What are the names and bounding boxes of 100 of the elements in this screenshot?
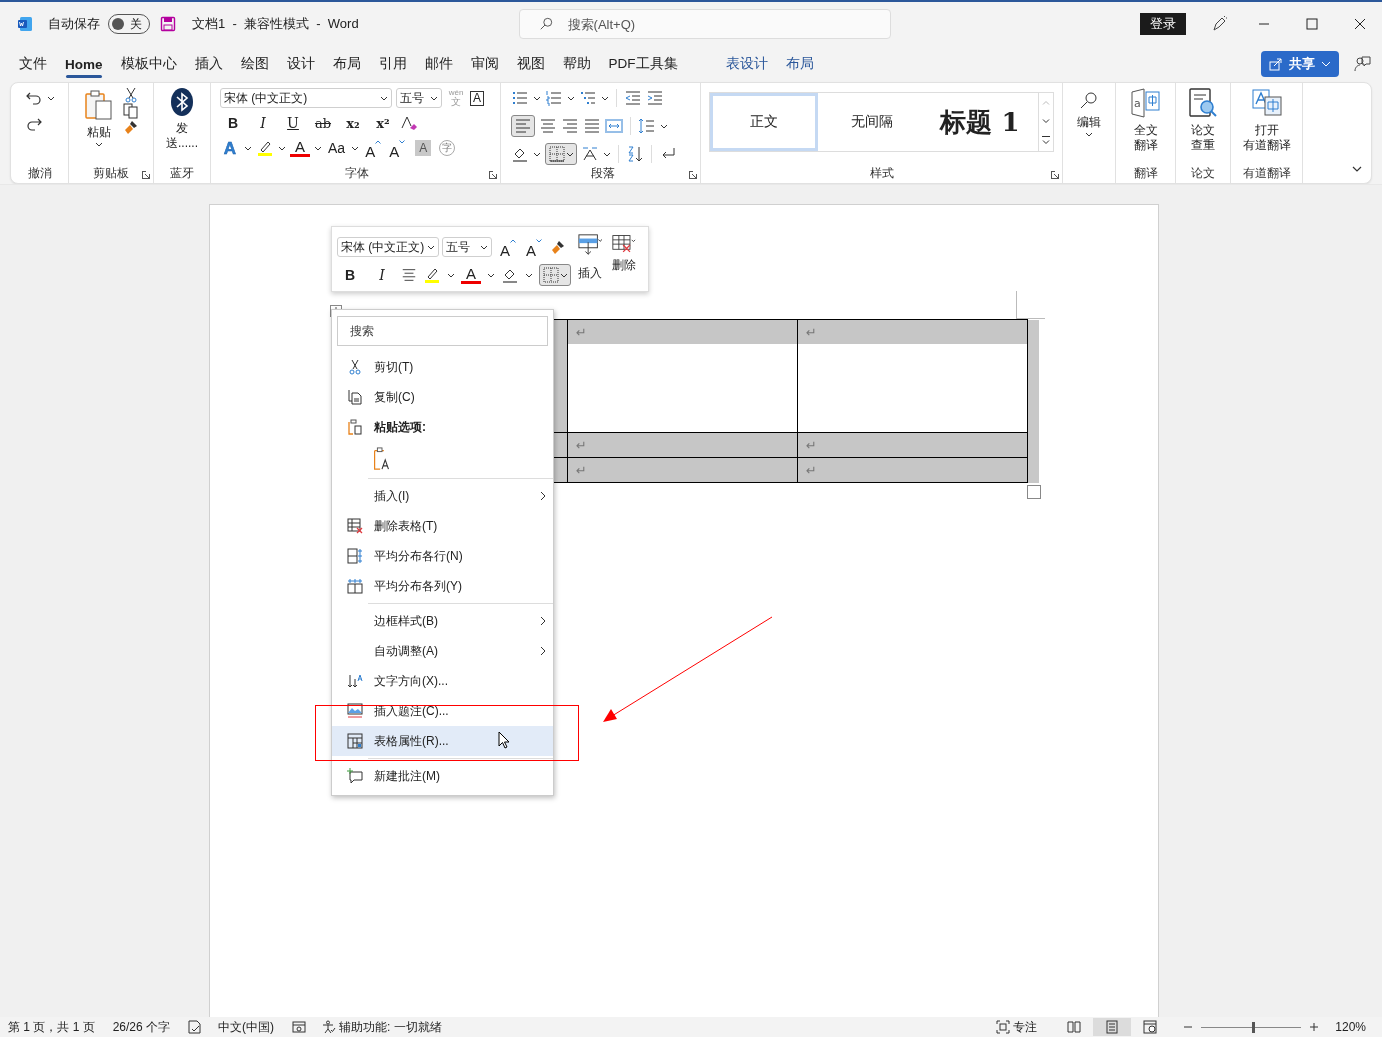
zoom-level[interactable]: 120% bbox=[1335, 1020, 1366, 1034]
search-field[interactable]: 搜索(Alt+Q) bbox=[518, 9, 891, 39]
pen-icon[interactable] bbox=[1210, 15, 1228, 33]
format-button[interactable]: U bbox=[280, 112, 306, 134]
format-button[interactable]: B bbox=[220, 112, 246, 134]
font-size-dropdown[interactable]: 五号 bbox=[442, 237, 492, 257]
delete-button[interactable]: 删除 bbox=[612, 233, 636, 274]
font-color-button[interactable]: A bbox=[461, 266, 481, 284]
borders-button[interactable] bbox=[545, 143, 577, 165]
accessibility-status[interactable]: 辅助功能: 一切就绪 bbox=[322, 1018, 442, 1036]
shrink-font-button[interactable]: A bbox=[387, 137, 408, 159]
full-text-translate-button[interactable]: a 全文 翻译 bbox=[1129, 87, 1162, 152]
chevron-icon[interactable] bbox=[447, 271, 455, 279]
ribbon-tab[interactable]: 视图 bbox=[507, 49, 554, 79]
menu-item[interactable]: 复制(C) bbox=[332, 382, 553, 412]
search-field[interactable]: 搜索 bbox=[337, 316, 548, 346]
format-painter-icon[interactable] bbox=[123, 119, 139, 135]
comments-icon[interactable] bbox=[1353, 55, 1371, 73]
format-painter-icon[interactable] bbox=[550, 239, 567, 255]
macro-icon[interactable] bbox=[292, 1020, 307, 1034]
menu-item[interactable]: 删除表格(T) bbox=[332, 511, 553, 541]
style-item[interactable]: 标题 1 bbox=[926, 93, 1034, 151]
dialog-launcher-icon[interactable] bbox=[1051, 171, 1059, 179]
font-size-dropdown[interactable]: 五号 bbox=[396, 88, 442, 108]
style-item[interactable]: 无间隔 bbox=[818, 93, 926, 151]
align-center-icon[interactable] bbox=[401, 267, 417, 283]
bold-button[interactable]: B bbox=[337, 264, 363, 286]
ribbon-tab[interactable]: 设计 bbox=[277, 49, 324, 79]
highlighter-icon[interactable] bbox=[256, 139, 274, 157]
chevron-icon[interactable] bbox=[660, 122, 668, 130]
increase-indent-icon[interactable] bbox=[646, 89, 664, 107]
chevron-icon[interactable] bbox=[533, 150, 541, 158]
chevron-icon[interactable] bbox=[601, 94, 609, 102]
sort-icon[interactable] bbox=[626, 145, 644, 163]
italic-button[interactable]: I bbox=[369, 264, 395, 286]
language-status[interactable]: 中文(中国) bbox=[218, 1018, 275, 1036]
ribbon-tab[interactable]: 模板中心 bbox=[111, 49, 186, 79]
align-center-icon[interactable] bbox=[539, 117, 557, 135]
ribbon-tab[interactable]: 表设计 bbox=[716, 49, 777, 79]
line-spacing-icon[interactable] bbox=[638, 117, 656, 135]
insert-button[interactable]: 插入 bbox=[578, 233, 602, 282]
menu-item[interactable]: 粘贴选项: bbox=[332, 412, 553, 442]
menu-item[interactable]: 自动调整(A) bbox=[332, 636, 553, 666]
chevron-icon[interactable] bbox=[278, 144, 286, 152]
highlighter-icon[interactable] bbox=[423, 266, 441, 284]
copy-icon[interactable] bbox=[123, 103, 139, 119]
login-button[interactable]: 登录 bbox=[1140, 13, 1186, 35]
asian-layout-icon[interactable] bbox=[581, 145, 599, 163]
chevron-icon[interactable] bbox=[533, 94, 541, 102]
share-button[interactable]: 共享 bbox=[1261, 51, 1339, 77]
chevron-icon[interactable] bbox=[46, 94, 55, 102]
word-count[interactable]: 26/26 个字 bbox=[112, 1018, 171, 1036]
distributed-icon[interactable] bbox=[605, 117, 623, 135]
ribbon-tab[interactable]: 布局 bbox=[323, 49, 370, 79]
grow-font-button[interactable]: A bbox=[498, 236, 518, 258]
ribbon-tab[interactable]: 帮助 bbox=[553, 49, 600, 79]
ribbon-tab[interactable]: 邮件 bbox=[415, 49, 462, 79]
ribbon-tab[interactable]: Home bbox=[56, 50, 112, 78]
dialog-launcher-icon[interactable] bbox=[142, 171, 150, 179]
table-resize-handle[interactable] bbox=[1027, 485, 1041, 499]
change-case-button[interactable]: Aa bbox=[326, 137, 348, 159]
chevron-icon[interactable] bbox=[314, 144, 322, 152]
chevron-icon[interactable] bbox=[603, 150, 611, 158]
style-item[interactable]: 正文 bbox=[710, 93, 818, 151]
menu-item[interactable]: 边框样式(B) bbox=[332, 606, 553, 636]
ribbon-tab[interactable]: 绘图 bbox=[231, 49, 278, 79]
chevron-icon[interactable] bbox=[487, 271, 495, 279]
chevron-icon[interactable] bbox=[244, 144, 252, 152]
format-button[interactable]: x² bbox=[370, 112, 396, 134]
align-left-button[interactable] bbox=[511, 115, 535, 137]
page-count[interactable]: 第 1 页，共 1 页 bbox=[8, 1018, 95, 1036]
menu-item[interactable]: 平均分布各列(Y) bbox=[332, 571, 553, 601]
cut-icon[interactable] bbox=[123, 87, 139, 103]
text-effect-button[interactable]: A bbox=[220, 137, 240, 159]
multilevel-list-icon[interactable] bbox=[579, 89, 597, 107]
menu-item[interactable]: 剪切(T) bbox=[332, 352, 553, 382]
youdao-translate-button[interactable]: 打开 有道翻译 bbox=[1242, 87, 1291, 152]
proofing-icon[interactable] bbox=[188, 1020, 203, 1034]
menu-item[interactable]: 表格属性(R)... bbox=[332, 726, 553, 756]
font-name-dropdown[interactable]: 宋体 (中文正文) bbox=[337, 237, 439, 257]
chevron-icon[interactable] bbox=[525, 271, 533, 279]
dialog-launcher-icon[interactable] bbox=[689, 171, 697, 179]
ribbon-tab[interactable]: 布局 bbox=[776, 49, 823, 79]
grow-font-button[interactable]: A bbox=[363, 137, 384, 159]
format-button[interactable]: ab bbox=[310, 112, 336, 134]
dialog-launcher-icon[interactable] bbox=[489, 171, 497, 179]
ribbon-tab[interactable]: PDF工具集 bbox=[599, 49, 687, 79]
character-shading-button[interactable]: A bbox=[415, 140, 432, 156]
menu-item[interactable]: 插入(I) bbox=[332, 481, 553, 511]
bullets-icon[interactable] bbox=[511, 89, 529, 107]
paste-button[interactable]: 粘贴 bbox=[83, 89, 115, 165]
ribbon-tab[interactable]: 引用 bbox=[369, 49, 416, 79]
shrink-font-button[interactable]: A bbox=[524, 236, 545, 258]
close-icon[interactable] bbox=[1354, 18, 1366, 30]
menu-item[interactable]: 文字方向(X)... bbox=[332, 666, 553, 696]
chevron-icon[interactable] bbox=[567, 94, 575, 102]
bluetooth-send-button[interactable]: 发 送...... bbox=[166, 87, 198, 150]
ribbon-tab[interactable]: 插入 bbox=[185, 49, 232, 79]
character-border-button[interactable]: A bbox=[470, 90, 484, 106]
font-name-dropdown[interactable]: 宋体 (中文正文) bbox=[220, 88, 392, 108]
